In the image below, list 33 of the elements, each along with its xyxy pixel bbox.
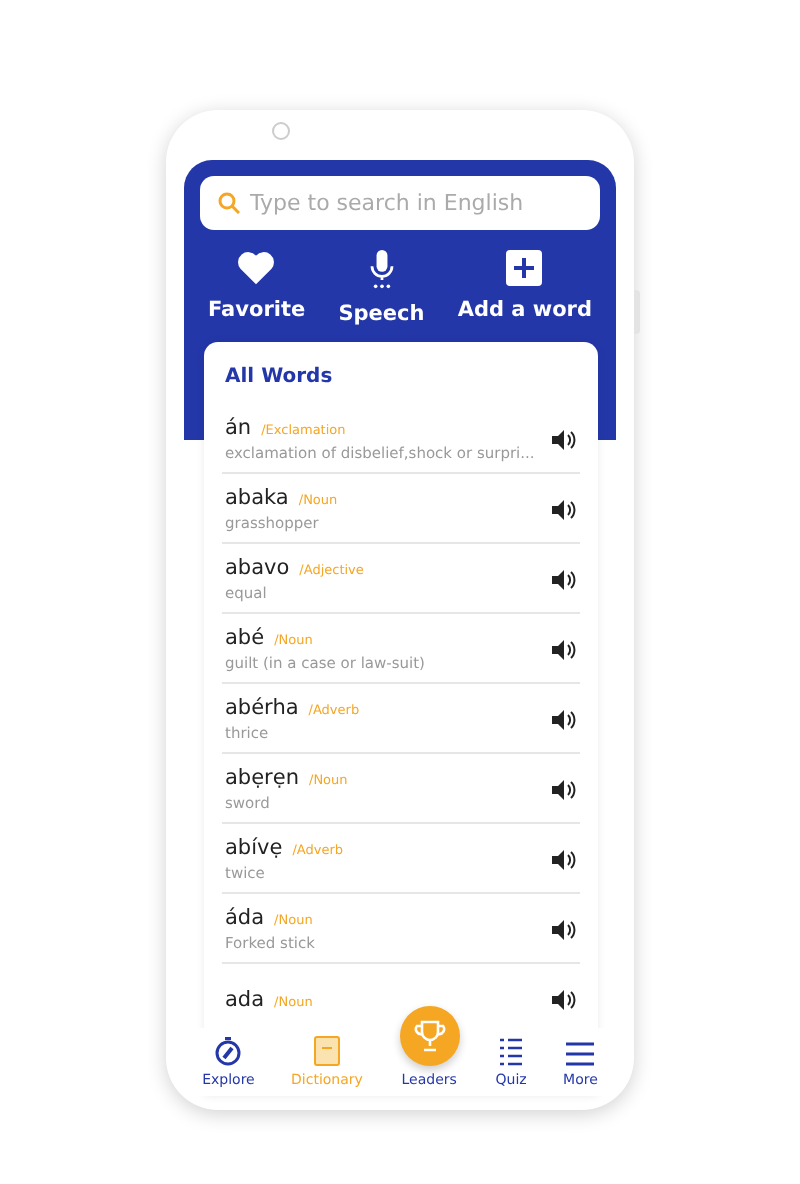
speaker-icon[interactable] — [551, 569, 575, 589]
speaker-icon[interactable] — [551, 639, 575, 659]
word: abẹrẹn — [225, 766, 299, 790]
word: abé — [225, 626, 265, 650]
list-icon — [498, 1036, 525, 1066]
speaker-icon[interactable] — [551, 429, 575, 449]
heart-icon — [236, 250, 277, 286]
speaker-icon[interactable] — [551, 709, 575, 729]
word: abavo — [225, 556, 290, 580]
word: ada — [225, 987, 265, 1011]
speaker-icon[interactable] — [551, 849, 575, 869]
word: áda — [225, 906, 265, 930]
microphone-icon — [367, 250, 396, 290]
word: abaka — [225, 486, 289, 510]
action-button[interactable]: Add a word — [449, 250, 600, 326]
speaker-icon[interactable] — [551, 779, 575, 799]
plus-icon — [506, 250, 543, 286]
action-button[interactable]: Favorite — [200, 250, 314, 326]
word: abívẹ — [225, 836, 283, 860]
trophy-icon — [413, 1020, 446, 1052]
word: án — [225, 416, 252, 440]
search-field[interactable]: Type to search in English — [200, 176, 600, 230]
speaker-icon[interactable] — [551, 989, 575, 1009]
word: abérha — [225, 696, 299, 720]
speaker-icon[interactable] — [551, 919, 575, 939]
list-title: All Words — [225, 366, 335, 388]
speaker-icon[interactable] — [551, 499, 575, 519]
compass-icon — [214, 1036, 243, 1066]
action-button[interactable]: Speech — [330, 250, 433, 326]
search-icon — [218, 192, 240, 214]
camera-dot — [272, 122, 290, 140]
menu-icon — [566, 1042, 595, 1066]
book-icon — [313, 1036, 340, 1066]
